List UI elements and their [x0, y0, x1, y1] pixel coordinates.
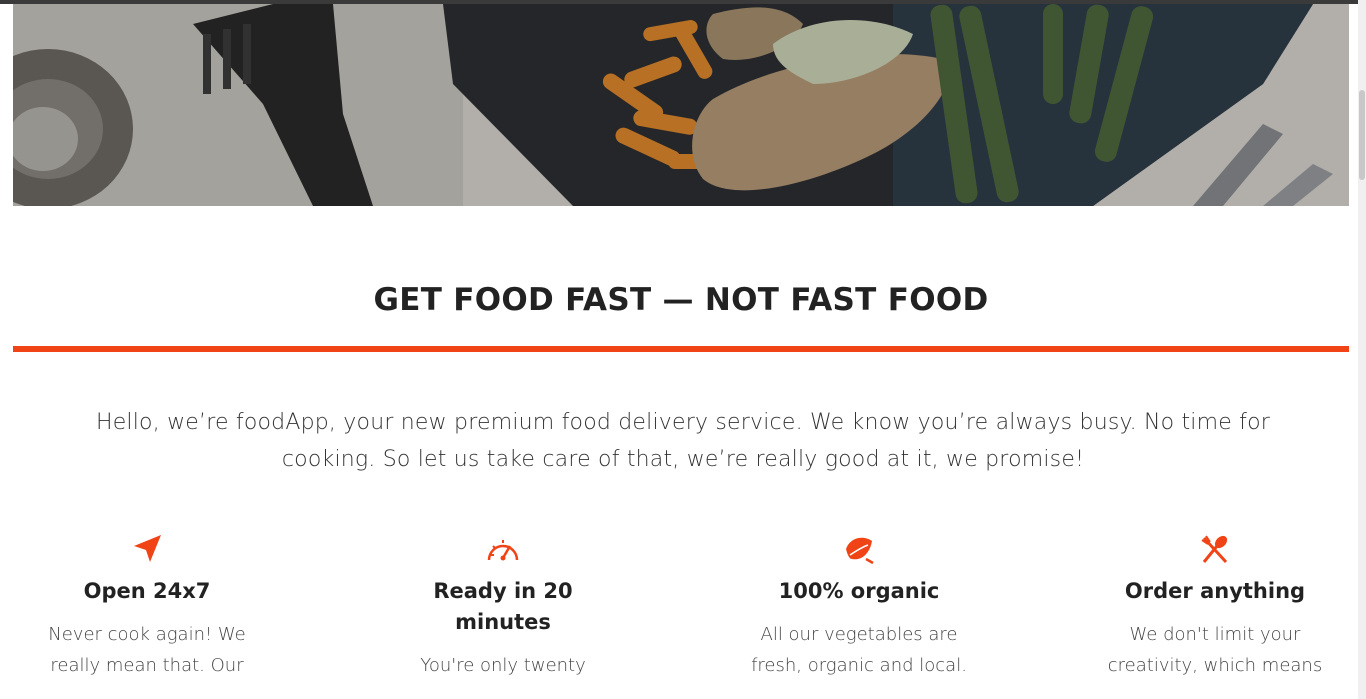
feature-text: All our vegetables are fresh, organic an… [751, 624, 967, 676]
feature-ready-20-minutes: Ready in 20 minutes You're only twenty [373, 530, 633, 681]
feature-text: Never cook again! We really mean that. O… [48, 624, 246, 676]
speedometer-icon [373, 530, 633, 568]
feature-organic: 100% organic All our vegetables are fres… [729, 530, 989, 681]
scrollbar-thumb[interactable] [1359, 90, 1365, 180]
hero-food-image [13, 4, 1349, 206]
scrollbar[interactable] [1358, 0, 1366, 699]
feature-order-anything: Order anything We don't limit your creat… [1085, 530, 1345, 681]
feature-title: Order anything [1124, 579, 1306, 603]
feature-title: 100% organic [778, 579, 940, 603]
feature-open-24x7: Open 24x7 Never cook again! We really me… [17, 530, 277, 681]
fork-spoon-icon [1085, 530, 1345, 568]
section-title: GET FOOD FAST — NOT FAST FOOD [373, 282, 989, 318]
leaf-icon [729, 530, 989, 568]
feature-title: Ready in 20 minutes [433, 579, 573, 634]
feature-title: Open 24x7 [83, 579, 211, 603]
feature-text: We don't limit your creativity, which me… [1107, 624, 1323, 676]
title-divider [13, 346, 1349, 352]
feature-text: You're only twenty [420, 655, 586, 676]
intro-paragraph: Hello, we’re foodApp, your new premium f… [95, 410, 1271, 472]
navigate-arrow-icon [17, 530, 277, 568]
